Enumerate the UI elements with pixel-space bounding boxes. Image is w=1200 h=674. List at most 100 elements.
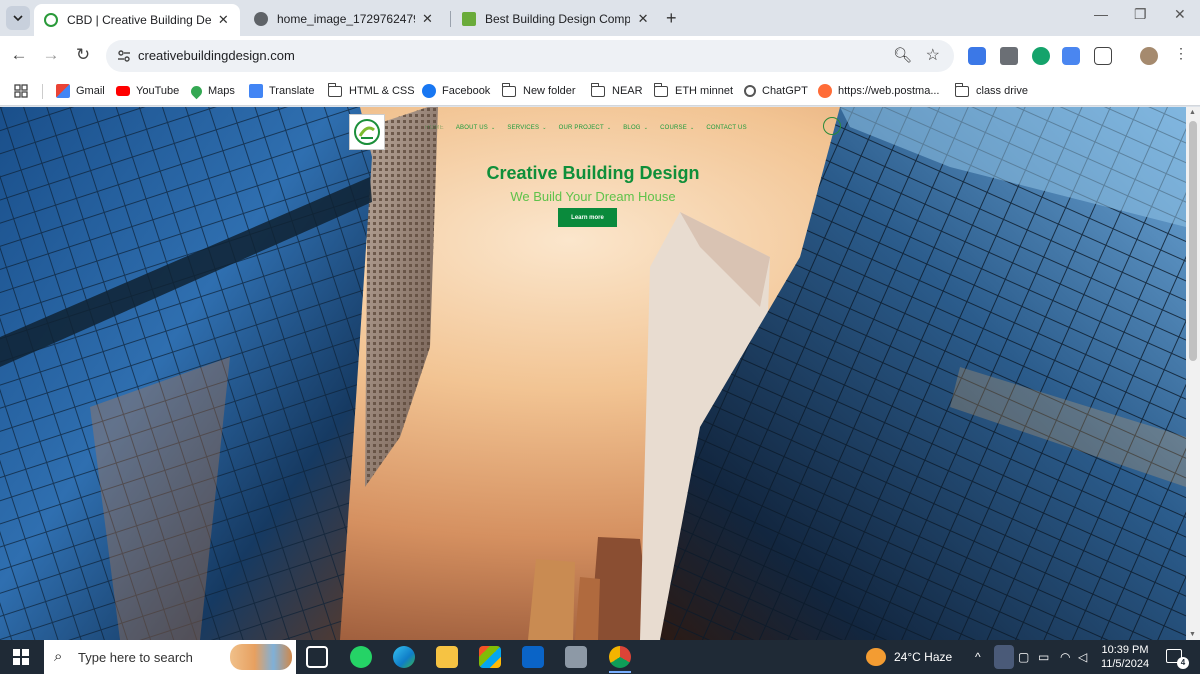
nav-label: COURSE <box>660 125 687 131</box>
page-scrollbar[interactable]: ▲ ▼ <box>1186 107 1200 640</box>
bookmark-eth-minnet[interactable]: ETH minnet <box>653 82 733 100</box>
tab-cbd[interactable]: CBD | Creative Building Design ✕ <box>34 4 240 36</box>
volume-icon[interactable]: ◁ <box>1078 650 1087 664</box>
tab-search-button[interactable] <box>6 6 30 30</box>
url-text[interactable]: creativebuildingdesign.com <box>138 48 295 63</box>
nav-our-project[interactable]: OUR PROJECT ⌄ <box>559 125 612 131</box>
taskbar-search-box[interactable]: ⌕ Type here to search <box>44 640 296 674</box>
tab-home-image[interactable]: home_image_1729762479.jpg ( ✕ <box>244 4 444 34</box>
building-icon <box>462 12 476 26</box>
grid-icon <box>14 84 28 98</box>
nav-blog[interactable]: BLOG ⌄ <box>623 125 648 131</box>
scrollbar-thumb[interactable] <box>1189 121 1197 361</box>
menu-kebab-icon[interactable]: ⋮ <box>1170 45 1192 62</box>
outlook-icon[interactable] <box>522 646 544 668</box>
folder-icon <box>327 82 342 97</box>
close-icon[interactable]: ✕ <box>421 11 434 27</box>
bookmark-label: New folder <box>523 85 576 97</box>
apps-grid-icon[interactable] <box>14 82 28 100</box>
tab-strip: CBD | Creative Building Design ✕ home_im… <box>0 0 1200 36</box>
maps-icon <box>188 83 205 99</box>
chevron-down-icon: ⌄ <box>490 125 496 131</box>
battery-icon[interactable]: ▭ <box>1038 650 1049 664</box>
hero-background-image <box>0 107 1186 640</box>
chevron-down-icon: ⌄ <box>643 125 649 131</box>
minimize-icon[interactable]: — <box>1094 6 1108 22</box>
youtube-icon <box>116 86 130 96</box>
extensions-puzzle-icon[interactable] <box>1094 47 1112 65</box>
window-close-icon[interactable]: ✕ <box>1174 6 1186 23</box>
whatsapp-icon[interactable] <box>350 646 372 668</box>
bookmark-chatgpt[interactable]: ChatGPT <box>744 82 808 100</box>
nav-services[interactable]: SERVICES ⌄ <box>507 125 546 131</box>
calculator-icon[interactable] <box>565 646 587 668</box>
chrome-icon[interactable] <box>609 646 631 668</box>
bookmark-gmail[interactable]: Gmail <box>56 82 105 100</box>
site-search-icon[interactable] <box>823 117 841 135</box>
bookmark-label: YouTube <box>136 85 180 97</box>
address-bar[interactable]: creativebuildingdesign.com 🔍︎ ☆ <box>106 40 954 72</box>
google-translate-ext-icon[interactable] <box>1062 47 1080 65</box>
chevron-down-icon <box>13 15 23 22</box>
profile-avatar[interactable] <box>1140 47 1158 65</box>
nav-home[interactable]: HOME <box>425 125 444 131</box>
globe-icon <box>254 12 268 26</box>
new-tab-button[interactable]: + <box>666 8 677 29</box>
nav-label: OUR PROJECT <box>558 125 604 131</box>
search-icon: ⌕ <box>54 648 63 665</box>
weather-text[interactable]: 24°C Haze <box>894 650 952 664</box>
nav-contact-us[interactable]: CONTACT US <box>706 125 746 131</box>
bookmark-label: Facebook <box>442 85 491 97</box>
back-icon[interactable]: ← <box>8 45 30 65</box>
reload-icon[interactable]: ↻ <box>72 45 94 65</box>
grammarly-icon[interactable] <box>1032 47 1050 65</box>
learn-more-button[interactable]: Learn more <box>558 208 617 227</box>
tab-label: CBD | Creative Building Design <box>67 13 211 27</box>
scroll-up-icon[interactable]: ▲ <box>1189 109 1196 116</box>
bookmark-star-icon[interactable]: ☆ <box>926 45 940 65</box>
bookmark-near[interactable]: NEAR <box>590 82 643 100</box>
zoom-icon[interactable]: 🔍︎ <box>893 46 912 64</box>
forward-icon[interactable]: → <box>40 45 62 65</box>
bookmark-new-folder[interactable]: New folder <box>501 82 576 100</box>
site-info-icon[interactable] <box>116 48 132 64</box>
bookmark-html-css[interactable]: HTML & CSS <box>327 82 415 100</box>
tab-divider <box>450 11 451 27</box>
bookmark-maps[interactable]: Maps <box>188 82 235 100</box>
file-explorer-icon[interactable] <box>436 646 458 668</box>
bookmark-youtube[interactable]: YouTube <box>116 82 179 100</box>
notification-center-icon[interactable]: 4 <box>1166 649 1189 669</box>
browser-toolbar: ← → ↻ creativebuildingdesign.com 🔍︎ ☆ ⋮ <box>0 36 1200 76</box>
facebook-icon <box>422 84 436 98</box>
bookmark-translate[interactable]: Translate <box>249 82 314 100</box>
bookmark-facebook[interactable]: Facebook <box>422 82 490 100</box>
pen-feather-icon[interactable] <box>994 645 1014 669</box>
close-icon[interactable]: ✕ <box>636 11 650 27</box>
clock-time: 10:39 PM <box>1101 644 1149 656</box>
wifi-icon[interactable]: ◠ <box>1060 650 1070 664</box>
show-hidden-icons-icon[interactable]: ^ <box>975 650 981 664</box>
task-view-icon[interactable] <box>306 646 328 668</box>
translate-icon <box>249 84 263 98</box>
microsoft-store-icon[interactable] <box>479 646 501 668</box>
windows-taskbar: ⌕ Type here to search 24°C Haze ^ ▢ ▭ ◠ … <box>0 640 1200 674</box>
edge-icon[interactable] <box>393 646 415 668</box>
hero-title: Creative Building Design <box>486 163 700 183</box>
extension-f-icon[interactable] <box>968 47 986 65</box>
nav-course[interactable]: COURSE ⌄ <box>660 125 694 131</box>
restore-icon[interactable]: ❐ <box>1134 6 1147 23</box>
close-icon[interactable]: ✕ <box>217 12 230 28</box>
weather-icon[interactable] <box>866 648 886 666</box>
nav-about-us[interactable]: ABOUT US ⌄ <box>456 125 496 131</box>
meet-now-icon[interactable]: ▢ <box>1018 650 1029 664</box>
windows-start-icon[interactable] <box>13 649 29 665</box>
site-logo[interactable] <box>349 114 385 150</box>
tab-best-building[interactable]: Best Building Design Company ✕ <box>452 4 660 34</box>
taskbar-clock[interactable]: 10:39 PM 11/5/2024 <box>1098 643 1152 671</box>
scroll-down-icon[interactable]: ▼ <box>1189 631 1196 638</box>
extension-qr-icon[interactable] <box>1000 47 1018 65</box>
chevron-down-icon: ⌄ <box>542 125 547 131</box>
bookmark-class-drive[interactable]: class drive <box>954 82 1028 100</box>
bookmark-postman[interactable]: https://web.postma... <box>818 82 940 100</box>
bookmark-label: class drive <box>976 85 1028 97</box>
